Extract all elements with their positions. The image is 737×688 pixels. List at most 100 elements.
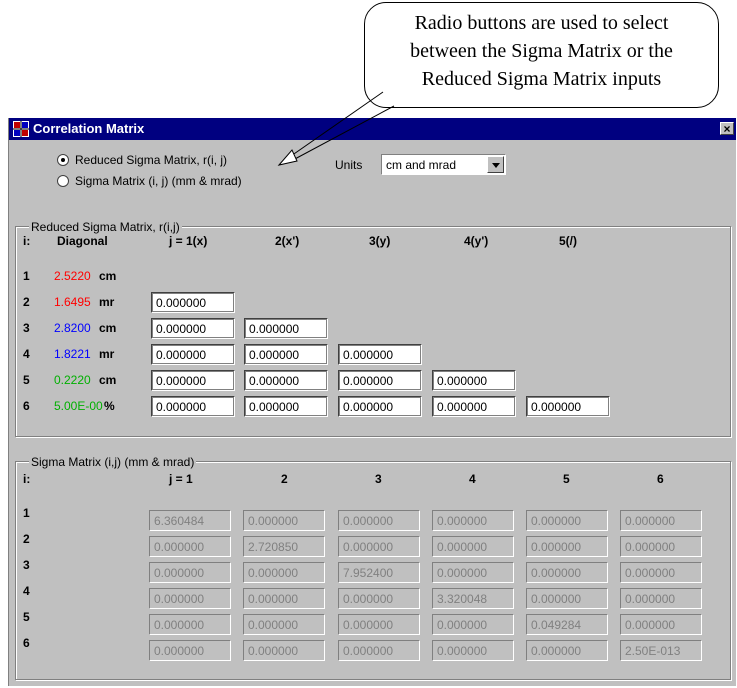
- sigma-cell-input: 0.000000: [526, 562, 608, 583]
- reduced-column-header: 4(y'): [464, 234, 489, 248]
- sigma-cell-input: 2.50E-013: [620, 640, 702, 661]
- units-label: Units: [335, 158, 363, 172]
- reduced-diagonal-value: 5.00E-00: [54, 399, 103, 413]
- sigma-cell-input: 0.000000: [149, 640, 231, 661]
- title-bar: Correlation Matrix ×: [9, 118, 736, 140]
- radio-reduced-label: Reduced Sigma Matrix, r(i, j): [75, 153, 228, 167]
- reduced-header-i: i:: [23, 234, 31, 248]
- sigma-row-index: 4: [23, 584, 30, 598]
- reduced-cell-input[interactable]: 0.000000: [432, 370, 516, 391]
- reduced-cell-input[interactable]: 0.000000: [151, 318, 235, 339]
- sigma-cell-input: 0.000000: [620, 536, 702, 557]
- sigma-cell-input: 0.000000: [526, 510, 608, 531]
- close-icon: ×: [723, 122, 731, 136]
- sigma-column-header: 3: [375, 472, 382, 486]
- reduced-cell-input[interactable]: 0.000000: [432, 396, 516, 417]
- reduced-header-diagonal: Diagonal: [57, 234, 108, 248]
- reduced-row-index: 3: [23, 321, 30, 335]
- reduced-diagonal-value: 1.8221: [54, 347, 91, 361]
- sigma-cell-input: 0.000000: [432, 536, 514, 557]
- sigma-cell-input: 0.000000: [526, 640, 608, 661]
- units-select[interactable]: cm and mrad: [381, 154, 506, 175]
- sigma-column-header: 5: [563, 472, 570, 486]
- sigma-header-i: i:: [23, 472, 31, 486]
- sigma-cell-input: 0.000000: [432, 562, 514, 583]
- app-grid-icon: [13, 121, 29, 137]
- radio-reduced-sigma[interactable]: Reduced Sigma Matrix, r(i, j): [57, 153, 227, 167]
- chevron-down-icon[interactable]: [487, 156, 504, 173]
- sigma-cell-input: 6.360484: [149, 510, 231, 531]
- sigma-cell-input: 0.000000: [243, 614, 325, 635]
- radio-sigma-label: Sigma Matrix (i, j) (mm & mrad): [75, 174, 242, 188]
- sigma-column-header: j = 1: [169, 472, 193, 486]
- sigma-cell-input: 0.000000: [526, 588, 608, 609]
- reduced-group-title: Reduced Sigma Matrix, r(i,j): [29, 220, 182, 234]
- reduced-diagonal-unit: cm: [99, 321, 117, 335]
- sigma-cell-input: 0.000000: [620, 614, 702, 635]
- sigma-group-title: Sigma Matrix (i,j) (mm & mrad): [29, 455, 197, 469]
- reduced-column-header: 3(y): [369, 234, 391, 248]
- reduced-cell-input[interactable]: 0.000000: [244, 318, 328, 339]
- reduced-diagonal-value: 0.2220: [54, 373, 91, 387]
- sigma-column-header: 4: [469, 472, 476, 486]
- close-button[interactable]: ×: [720, 122, 734, 135]
- callout-line: between the Sigma Matrix or the: [410, 40, 673, 62]
- reduced-cell-input[interactable]: 0.000000: [244, 370, 328, 391]
- sigma-cell-input: 0.000000: [243, 562, 325, 583]
- reduced-cell-input[interactable]: 0.000000: [151, 292, 235, 313]
- window-title: Correlation Matrix: [33, 121, 145, 136]
- sigma-cell-input: 0.000000: [620, 562, 702, 583]
- reduced-column-header: 2(x'): [275, 234, 300, 248]
- sigma-cell-input: 0.000000: [432, 614, 514, 635]
- sigma-cell-input: 0.000000: [338, 640, 420, 661]
- reduced-diagonal-unit: %: [104, 399, 115, 413]
- reduced-diagonal-value: 1.6495: [54, 295, 91, 309]
- sigma-row-index: 6: [23, 636, 30, 650]
- reduced-column-header: j = 1(x): [169, 234, 208, 248]
- sigma-cell-input: 0.000000: [149, 536, 231, 557]
- reduced-row-index: 6: [23, 399, 30, 413]
- units-value: cm and mrad: [386, 158, 457, 172]
- radio-reduced-indicator[interactable]: [57, 154, 69, 166]
- sigma-cell-input: 0.049284: [526, 614, 608, 635]
- sigma-cell-input: 0.000000: [243, 510, 325, 531]
- sigma-cell-input: 0.000000: [338, 536, 420, 557]
- reduced-row-index: 4: [23, 347, 30, 361]
- reduced-cell-input[interactable]: 0.000000: [526, 396, 610, 417]
- sigma-row-index: 5: [23, 610, 30, 624]
- sigma-cell-input: 2.720850: [243, 536, 325, 557]
- sigma-cell-input: 3.320048: [432, 588, 514, 609]
- reduced-cell-input[interactable]: 0.000000: [338, 396, 422, 417]
- sigma-column-header: 6: [657, 472, 664, 486]
- callout-line: Radio buttons are used to select: [414, 12, 669, 34]
- reduced-cell-input[interactable]: 0.000000: [151, 344, 235, 365]
- sigma-row-index: 2: [23, 532, 30, 546]
- reduced-diagonal-unit: mr: [99, 347, 115, 361]
- reduced-cell-input[interactable]: 0.000000: [244, 344, 328, 365]
- sigma-cell-input: 0.000000: [149, 588, 231, 609]
- sigma-cell-input: 0.000000: [338, 614, 420, 635]
- radio-sigma-indicator[interactable]: [57, 175, 69, 187]
- sigma-row-index: 3: [23, 558, 30, 572]
- reduced-row-index: 2: [23, 295, 30, 309]
- sigma-cell-input: 0.000000: [620, 588, 702, 609]
- sigma-cell-input: 0.000000: [620, 510, 702, 531]
- reduced-diagonal-unit: mr: [99, 295, 115, 309]
- sigma-row-index: 1: [23, 506, 30, 520]
- radio-sigma-matrix[interactable]: Sigma Matrix (i, j) (mm & mrad): [57, 174, 242, 188]
- sigma-cell-input: 0.000000: [338, 510, 420, 531]
- reduced-cell-input[interactable]: 0.000000: [338, 344, 422, 365]
- sigma-cell-input: 0.000000: [526, 536, 608, 557]
- reduced-cell-input[interactable]: 0.000000: [151, 370, 235, 391]
- sigma-cell-input: 0.000000: [243, 588, 325, 609]
- sigma-cell-input: 0.000000: [432, 510, 514, 531]
- reduced-cell-input[interactable]: 0.000000: [338, 370, 422, 391]
- sigma-column-header: 2: [281, 472, 288, 486]
- reduced-cell-input[interactable]: 0.000000: [151, 396, 235, 417]
- reduced-row-index: 5: [23, 373, 30, 387]
- reduced-diagonal-unit: cm: [99, 269, 117, 283]
- reduced-cell-input[interactable]: 0.000000: [244, 396, 328, 417]
- sigma-cell-input: 0.000000: [432, 640, 514, 661]
- sigma-cell-input: 0.000000: [149, 614, 231, 635]
- sigma-cell-input: 0.000000: [243, 640, 325, 661]
